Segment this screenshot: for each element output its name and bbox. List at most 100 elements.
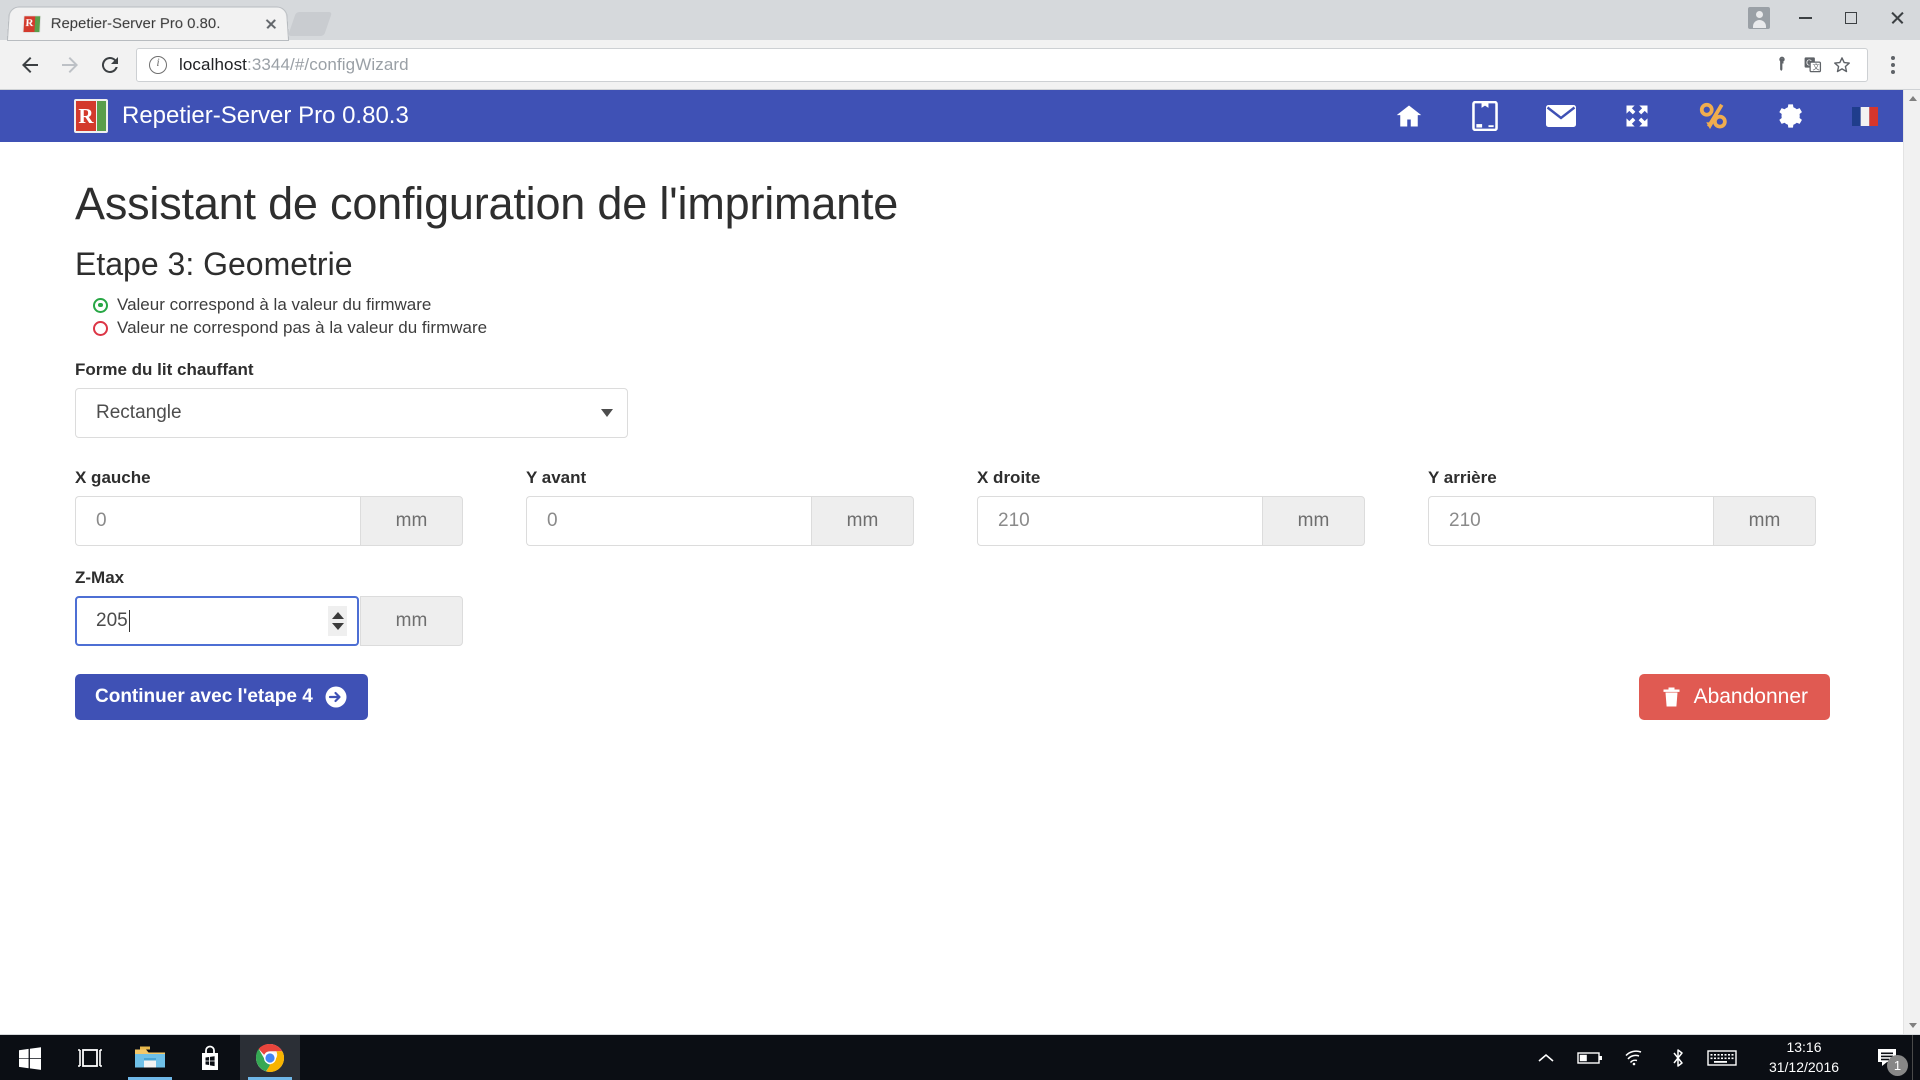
show-hidden-icons-button[interactable]: [1524, 1035, 1568, 1080]
url-path: :3344/#/configWizard: [247, 54, 409, 74]
maximize-button[interactable]: [1828, 0, 1874, 36]
chrome-menu-button[interactable]: [1876, 48, 1910, 82]
arrow-left-icon: [22, 56, 38, 73]
svg-text:文: 文: [1812, 63, 1819, 72]
site-info-icon[interactable]: [149, 55, 167, 74]
x-droite-input[interactable]: 210: [977, 496, 1262, 546]
address-bar[interactable]: localhost:3344/#/configWizard G 文: [136, 47, 1868, 82]
input-group: 0 mm: [526, 496, 914, 546]
status-ok-icon: [93, 297, 108, 313]
minimize-button[interactable]: [1782, 0, 1828, 36]
system-tray: 13:16 31/12/2016 1: [1524, 1035, 1920, 1080]
windows-logo-icon: [19, 1046, 41, 1070]
favicon-accent: [34, 15, 41, 32]
unit-label: mm: [360, 596, 463, 646]
battery-icon: [1577, 1051, 1602, 1064]
bluetooth-status[interactable]: [1656, 1035, 1700, 1080]
close-window-button[interactable]: [1874, 0, 1920, 36]
show-desktop-button[interactable]: [1912, 1035, 1920, 1080]
chevron-up-icon: [1538, 1053, 1554, 1062]
continue-button-label: Continuer avec l'etape 4: [95, 686, 313, 707]
y-avant-input[interactable]: 0: [526, 496, 811, 546]
notification-badge: 1: [1887, 1055, 1908, 1076]
input-group: 0 mm: [75, 496, 463, 546]
task-view-icon: [78, 1048, 102, 1067]
zmax-input[interactable]: 205: [75, 596, 359, 646]
translate-icon[interactable]: G 文: [1799, 52, 1825, 78]
menu-dot: [1891, 62, 1895, 67]
battery-status[interactable]: [1568, 1035, 1612, 1080]
favicon-letter: R: [23, 15, 36, 32]
forward-button[interactable]: [50, 45, 90, 85]
clock-date: 31/12/2016: [1768, 1058, 1840, 1075]
bookmark-star-icon[interactable]: [1829, 52, 1855, 78]
field-y-arriere: Y arrière 210 mm: [1428, 446, 1879, 546]
file-explorer-button[interactable]: [120, 1035, 180, 1080]
start-button[interactable]: [0, 1035, 60, 1080]
spinner-up-icon[interactable]: [331, 612, 344, 619]
language-flag-icon[interactable]: [1850, 101, 1880, 131]
reload-icon: [101, 56, 118, 73]
browser-tab[interactable]: R Repetier-Server Pro 0.80.: [8, 7, 288, 40]
spinner-down-icon[interactable]: [331, 623, 344, 630]
legend-item-mismatch: Valeur ne correspond pas à la valeur du …: [93, 318, 1920, 338]
number-spinner[interactable]: [328, 606, 347, 636]
file-explorer-icon: [135, 1046, 165, 1067]
mail-icon[interactable]: [1546, 101, 1576, 131]
bed-shape-select[interactable]: Rectangle: [75, 388, 628, 438]
back-button[interactable]: [10, 45, 50, 85]
manual-icon[interactable]: [1470, 101, 1500, 131]
field-label: X gauche: [75, 468, 151, 487]
legend-item-match: Valeur correspond à la valeur du firmwar…: [93, 295, 1920, 315]
browser-tab-strip: R Repetier-Server Pro 0.80.: [0, 0, 1920, 40]
keyboard-icon: [1707, 1049, 1737, 1066]
chrome-button[interactable]: [240, 1035, 300, 1080]
legend-text: Valeur ne correspond pas à la valeur du …: [117, 318, 488, 337]
step-title: Etape 3: Geometrie: [75, 246, 353, 282]
store-bag-icon: [202, 1045, 218, 1070]
maximize-icon: [1845, 12, 1857, 24]
wifi-icon: [1625, 1049, 1642, 1065]
notification-center-button[interactable]: 1: [1864, 1035, 1912, 1080]
new-tab-button[interactable]: [287, 12, 333, 36]
page-viewport: R Repetier-Server Pro 0.80.3 Assistant d…: [0, 90, 1920, 1034]
wizard-content: Assistant de configuration de l'impriman…: [0, 142, 1920, 720]
microsoft-store-button[interactable]: [180, 1035, 240, 1080]
minimize-icon: [1798, 17, 1812, 19]
page-scrollbar[interactable]: [1903, 90, 1920, 1034]
wizard-actions: Continuer avec l'etape 4 Abandonner: [75, 674, 1830, 720]
close-tab-icon[interactable]: [261, 14, 282, 34]
settings-gear-icon[interactable]: [1774, 101, 1804, 131]
input-group: 210 mm: [977, 496, 1365, 546]
browser-toolbar: localhost:3344/#/configWizard G 文: [0, 40, 1920, 90]
repetier-logo-icon: R: [74, 99, 108, 133]
app-brand-title: Repetier-Server Pro 0.80.3: [122, 102, 409, 129]
x-gauche-input[interactable]: 0: [75, 496, 360, 546]
scroll-up-icon[interactable]: [1904, 90, 1920, 107]
continue-button[interactable]: Continuer avec l'etape 4: [75, 674, 368, 720]
input-group: 210 mm: [1428, 496, 1816, 546]
legend-text: Valeur correspond à la valeur du firmwar…: [117, 295, 432, 314]
reload-button[interactable]: [90, 45, 130, 85]
keyboard-language-button[interactable]: [1700, 1035, 1744, 1080]
wifi-status[interactable]: [1612, 1035, 1656, 1080]
scroll-down-icon[interactable]: [1904, 1017, 1920, 1034]
field-label: X droite: [977, 468, 1041, 487]
menu-dot: [1891, 55, 1895, 60]
text-caret: [128, 610, 131, 632]
fullscreen-icon[interactable]: [1622, 101, 1652, 131]
taskbar-clock[interactable]: 13:16 31/12/2016: [1744, 1035, 1864, 1080]
home-icon[interactable]: [1394, 101, 1424, 131]
save-password-key-icon[interactable]: [1769, 52, 1795, 78]
field-label: Y avant: [526, 468, 587, 487]
task-view-button[interactable]: [60, 1035, 120, 1080]
unit-label: mm: [1713, 496, 1816, 546]
abort-button[interactable]: Abandonner: [1638, 674, 1830, 720]
arrow-right-icon: [62, 56, 78, 73]
y-arriere-input[interactable]: 210: [1428, 496, 1713, 546]
percent-icon[interactable]: [1698, 101, 1728, 131]
profile-avatar-button[interactable]: [1736, 0, 1782, 36]
bed-shape-label: Forme du lit chauffant: [75, 360, 254, 379]
page-title: Assistant de configuration de l'impriman…: [75, 178, 899, 229]
browser-window: R Repetier-Server Pro 0.80. i localhost:…: [0, 0, 1920, 1035]
